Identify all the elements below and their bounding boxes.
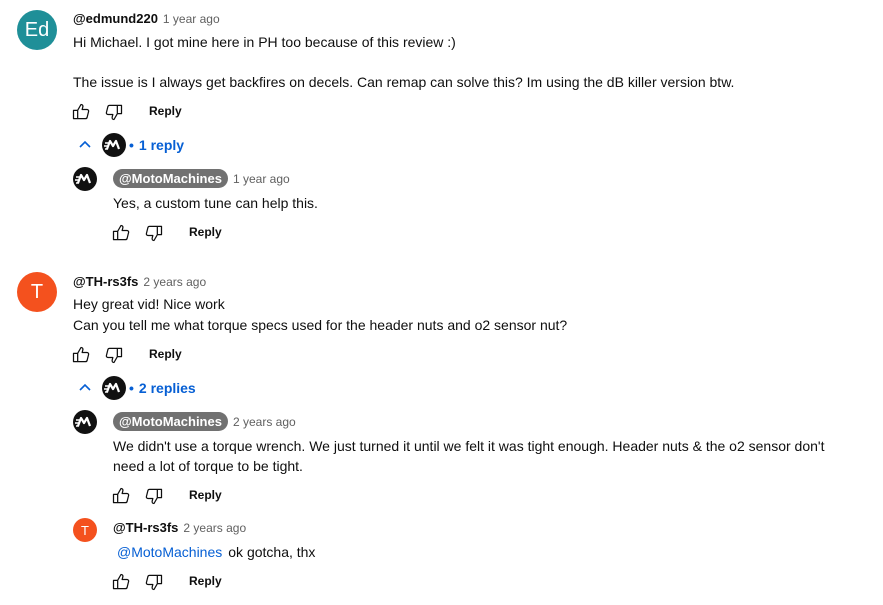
channel-owner-badge[interactable]: @MotoMachines: [113, 412, 228, 431]
thumbs-up-icon: [111, 223, 131, 243]
avatar-initials: T: [30, 280, 44, 303]
separator-dot: •: [129, 380, 134, 396]
reply-button[interactable]: Reply: [149, 104, 182, 118]
chevron-up-icon: [79, 140, 91, 148]
comment-header: @edmund220 1 year ago: [73, 11, 220, 26]
channel-owner-badge[interactable]: @MotoMachines: [113, 169, 228, 188]
avatar-initials: Ed: [24, 18, 50, 41]
avatar[interactable]: [73, 167, 97, 191]
avatar[interactable]: Ed: [17, 10, 57, 50]
thumbs-down-icon: [104, 102, 124, 122]
avatar-initials: T: [81, 522, 89, 538]
replies-toggle[interactable]: • 2 replies: [78, 376, 196, 400]
dislike-button[interactable]: [143, 222, 165, 244]
like-button[interactable]: [110, 222, 132, 244]
dislike-button[interactable]: [143, 485, 165, 507]
reply-button[interactable]: Reply: [189, 488, 222, 502]
like-button[interactable]: [70, 101, 92, 123]
thumbs-up-icon: [111, 572, 131, 592]
reply-text-body: ok gotcha, thx: [228, 544, 316, 560]
reply-button[interactable]: Reply: [189, 225, 222, 239]
reply-time[interactable]: 2 years ago: [183, 521, 246, 535]
reply-time[interactable]: 1 year ago: [233, 172, 290, 186]
reply-text: Yes, a custom tune can help this.: [113, 195, 318, 211]
thumbs-up-icon: [71, 345, 91, 365]
comment-text: Hey great vid! Nice work: [73, 296, 225, 312]
replies-count: 2 replies: [138, 380, 196, 396]
reply-text: We didn't use a torque wrench. We just t…: [113, 438, 825, 454]
avatar[interactable]: [73, 410, 97, 434]
separator-dot: •: [129, 137, 134, 153]
like-button[interactable]: [110, 485, 132, 507]
motomachines-logo: [102, 376, 126, 400]
reply-time[interactable]: 2 years ago: [233, 415, 296, 429]
comment-header: @TH-rs3fs 2 years ago: [73, 274, 206, 289]
dislike-button[interactable]: [143, 571, 165, 593]
reply-author[interactable]: @TH-rs3fs: [113, 520, 178, 535]
like-button[interactable]: [110, 571, 132, 593]
thumbs-down-icon: [104, 345, 124, 365]
reply-text: need a lot of torque to be tight.: [113, 458, 303, 474]
reply-button[interactable]: Reply: [189, 574, 222, 588]
replies-toggle[interactable]: • 1 reply: [78, 133, 184, 157]
reply-header: @MotoMachines 1 year ago: [113, 169, 290, 188]
thumbs-down-icon: [144, 223, 164, 243]
comment-text: Can you tell me what torque specs used f…: [73, 317, 568, 333]
comment-text: The issue is I always get backfires on d…: [73, 74, 735, 90]
comment-time[interactable]: 2 years ago: [143, 275, 206, 289]
chevron-up-icon: [79, 383, 91, 391]
reply-header: @MotoMachines 2 years ago: [113, 412, 296, 431]
comment-time[interactable]: 1 year ago: [163, 12, 220, 26]
avatar[interactable]: T: [73, 518, 97, 542]
reply-button[interactable]: Reply: [149, 347, 182, 361]
comment-text: Hi Michael. I got mine here in PH too be…: [73, 34, 456, 50]
replies-count: 1 reply: [138, 137, 185, 153]
like-button[interactable]: [70, 344, 92, 366]
thumbs-up-icon: [71, 102, 91, 122]
dislike-button[interactable]: [103, 101, 125, 123]
comment-author[interactable]: @TH-rs3fs: [73, 274, 138, 289]
motomachines-logo: [102, 133, 126, 157]
reply-text: @MotoMachines ok gotcha, thx: [117, 542, 315, 562]
comment-author[interactable]: @edmund220: [73, 11, 158, 26]
avatar[interactable]: T: [17, 272, 57, 312]
mention-link[interactable]: @MotoMachines: [117, 544, 222, 560]
thumbs-down-icon: [144, 486, 164, 506]
thumbs-down-icon: [144, 572, 164, 592]
reply-header: @TH-rs3fs 2 years ago: [113, 520, 246, 535]
thumbs-up-icon: [111, 486, 131, 506]
dislike-button[interactable]: [103, 344, 125, 366]
